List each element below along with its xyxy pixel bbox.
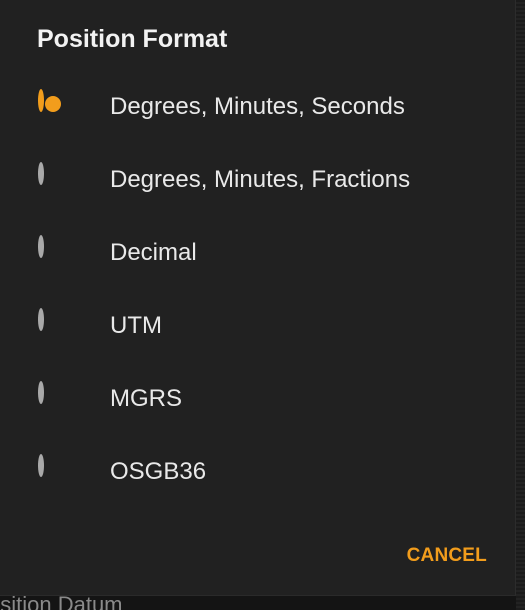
option-label: Decimal [110,238,197,266]
option-osgb36[interactable]: OSGB36 [0,435,516,508]
position-format-options: Degrees, Minutes, Seconds Degrees, Minut… [0,70,516,508]
option-label: Degrees, Minutes, Fractions [110,165,411,193]
dialog-title: Position Format [37,25,228,53]
radio-unselected-icon[interactable] [38,234,68,268]
option-decimal[interactable]: Decimal [0,216,516,289]
radio-selected-icon[interactable] [38,88,68,122]
option-mgrs[interactable]: MGRS [0,362,516,435]
cancel-button[interactable]: CANCEL [387,536,503,576]
radio-unselected-icon[interactable] [38,453,68,487]
option-label: MGRS [110,384,182,412]
radio-unselected-icon[interactable] [38,380,68,414]
position-format-dialog: Position Format Degrees, Minutes, Second… [0,0,516,596]
option-degrees-minutes-fractions[interactable]: Degrees, Minutes, Fractions [0,143,516,216]
option-label: Degrees, Minutes, Seconds [110,92,405,120]
option-label: UTM [110,311,162,339]
option-utm[interactable]: UTM [0,289,516,362]
option-degrees-minutes-seconds[interactable]: Degrees, Minutes, Seconds [0,70,516,143]
option-label: OSGB36 [110,457,207,485]
screen: osition Datum Position Format Degrees, M… [0,0,525,610]
radio-unselected-icon[interactable] [38,161,68,195]
radio-unselected-icon[interactable] [38,307,68,341]
scroll-edge [516,0,525,610]
